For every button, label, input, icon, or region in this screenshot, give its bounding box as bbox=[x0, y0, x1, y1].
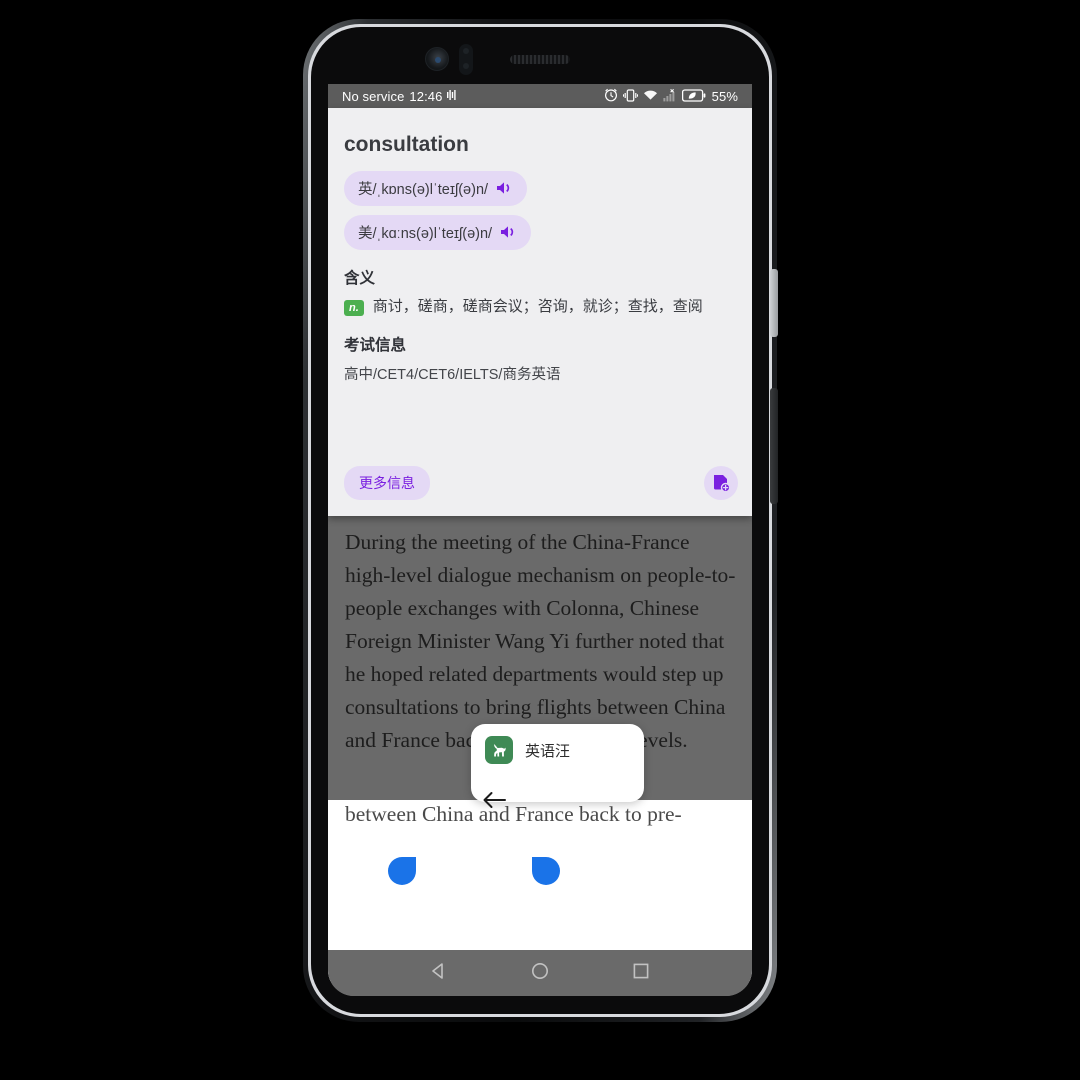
pronunciation-pill-uk[interactable]: 英/ˌkɒns(ə)lˈteɪʃ(ə)n/ bbox=[344, 171, 528, 206]
wifi-icon bbox=[643, 89, 658, 103]
proximity-sensor-icon bbox=[459, 44, 473, 75]
speaker-icon[interactable] bbox=[497, 181, 513, 197]
strip-line-6: between China and France back to pre- bbox=[345, 802, 682, 826]
back-triangle-icon[interactable] bbox=[429, 961, 449, 986]
pronunciation-text-uk: 英/ˌkɒns(ə)lˈteɪʃ(ə)n/ bbox=[358, 182, 489, 198]
add-to-wordbook-icon[interactable] bbox=[704, 466, 738, 500]
dictionary-word: consultation bbox=[344, 133, 469, 156]
definition-text: 商讨，磋商，磋商会议；咨询，就诊；查找，查阅 bbox=[372, 298, 703, 315]
signal-off-icon bbox=[663, 88, 677, 104]
app-popup-name: 英语汪 bbox=[525, 742, 571, 760]
pronunciation-text-us: 美/ˌkɑːns(ə)lˈteɪʃ(ə)n/ bbox=[358, 226, 493, 242]
meaning-section-title: 含义 bbox=[344, 270, 376, 287]
status-bar: No service 12:46 55% bbox=[328, 84, 752, 108]
volume-rocker[interactable] bbox=[770, 388, 778, 504]
battery-percent: 55% bbox=[711, 88, 738, 104]
pronunciation-pill-us[interactable]: 美/ˌkɑːns(ə)lˈteɪʃ(ə)n/ bbox=[344, 215, 532, 250]
article-paragraph-dimmed: During the meeting of the China-France h… bbox=[345, 530, 736, 752]
dog-app-icon bbox=[485, 736, 513, 764]
selection-handle-right[interactable] bbox=[532, 857, 560, 885]
vibrate-icon bbox=[622, 88, 638, 104]
home-circle-icon[interactable] bbox=[530, 961, 550, 986]
back-arrow-icon[interactable] bbox=[480, 786, 508, 814]
phone-screen: No service 12:46 55% During the meeting … bbox=[328, 84, 752, 996]
alarm-icon bbox=[604, 88, 618, 104]
part-of-speech-badge: n. bbox=[344, 300, 364, 317]
speaker-icon[interactable] bbox=[501, 225, 517, 241]
dictionary-card-footer: 更多信息 bbox=[344, 466, 738, 500]
battery-saver-icon bbox=[681, 88, 706, 104]
dictionary-card: consultation 英/ˌkɒns(ə)lˈteɪʃ(ə)n/ 美/ˌkɑ… bbox=[328, 108, 752, 516]
status-clock: 12:46 bbox=[409, 88, 443, 104]
more-info-button[interactable]: 更多信息 bbox=[344, 466, 430, 500]
android-navigation-bar bbox=[328, 950, 752, 996]
app-popup-header: 英语汪 bbox=[485, 736, 630, 764]
exam-section-title: 考试信息 bbox=[344, 336, 407, 354]
status-carrier: No service bbox=[342, 88, 405, 104]
selection-context-text: Netherlands, Spain are also on the list … bbox=[345, 800, 737, 831]
screenshot-root: No service 12:46 55% During the meeting … bbox=[0, 0, 1080, 1080]
front-camera-icon bbox=[425, 47, 449, 71]
recents-square-icon[interactable] bbox=[631, 961, 651, 986]
power-button[interactable] bbox=[770, 269, 778, 337]
vibrate-small-icon bbox=[447, 89, 458, 103]
definition-row: n. 商讨，磋商，磋商会议；咨询，就诊；查找，查阅 bbox=[344, 298, 736, 317]
earpiece-speaker bbox=[510, 55, 570, 64]
selection-handle-left[interactable] bbox=[388, 857, 416, 885]
pronunciation-row-uk: 英/ˌkɒns(ə)lˈteɪʃ(ə)n/ bbox=[344, 171, 736, 206]
exam-info-text: 高中/CET4/CET6/IELTS/商务英语 bbox=[344, 366, 561, 383]
pronunciation-row-us: 美/ˌkɑːns(ə)lˈteɪʃ(ə)n/ bbox=[344, 215, 736, 250]
